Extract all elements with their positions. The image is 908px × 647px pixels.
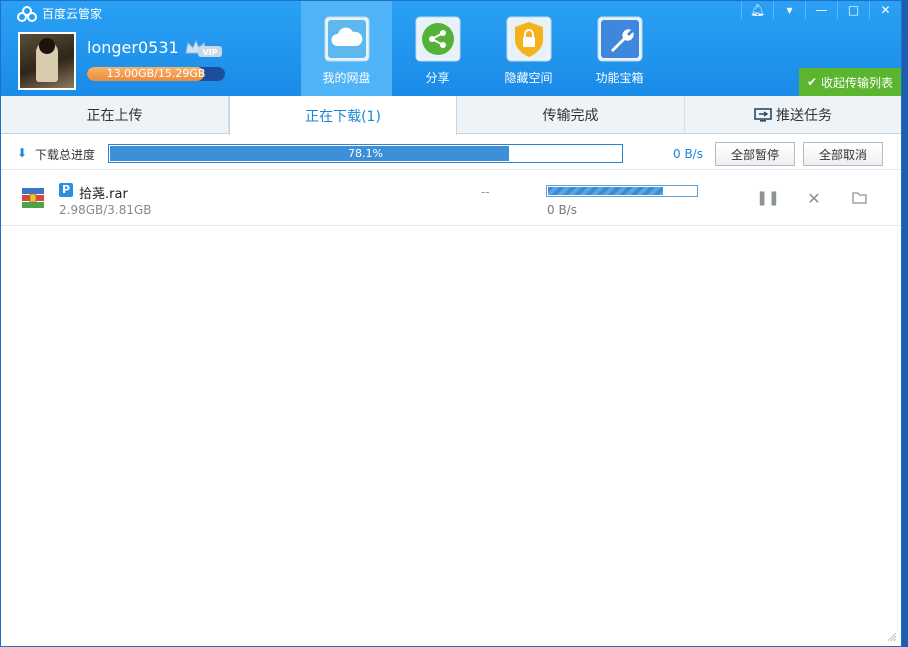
tab-label: 正在上传: [86, 108, 143, 124]
total-speed: 0 B/s: [673, 147, 703, 161]
tab-label: 推送任务: [776, 108, 832, 124]
total-progress-row: ⬇︎ 下载总进度 78.1% 0 B/s 全部暂停 全部取消: [1, 134, 901, 170]
open-folder-icon[interactable]: [850, 189, 868, 207]
avatar[interactable]: [18, 32, 76, 90]
file-progress-fill: [548, 187, 663, 195]
nav-label: 我的网盘: [322, 71, 371, 85]
rar-archive-icon: [22, 188, 44, 208]
tab-label: 正在下载(1): [305, 108, 381, 125]
app-window: 百度云管家 longer0531 VIP 13.00GB/15.29GB 我的网…: [0, 0, 902, 647]
collapse-label: 收起传输列表: [821, 75, 894, 90]
tab-completed[interactable]: 传输完成: [457, 96, 685, 134]
username[interactable]: longer0531: [87, 38, 179, 57]
file-eta: --: [481, 185, 490, 199]
nav-label: 分享: [425, 71, 450, 85]
close-icon[interactable]: ✕: [869, 1, 901, 19]
dropdown-icon[interactable]: ▾: [773, 1, 805, 19]
nav-label: 功能宝箱: [595, 71, 644, 85]
file-progress-bar: [546, 185, 698, 197]
tab-uploading[interactable]: 正在上传: [1, 96, 229, 134]
cancel-icon[interactable]: ✕: [805, 189, 823, 208]
vip-badge-text: VIP: [202, 48, 217, 57]
file-size: 2.98GB/3.81GB: [59, 203, 152, 217]
baidu-cloud-logo-icon: [17, 5, 37, 22]
nav-hidden-space[interactable]: 隐藏空间: [483, 1, 574, 96]
resize-grip-icon[interactable]: [887, 632, 897, 642]
nav-my-disk[interactable]: 我的网盘: [301, 1, 392, 96]
cloud-icon: [324, 16, 369, 62]
vip-crown-icon[interactable]: VIP: [184, 39, 224, 59]
minimize-icon[interactable]: —: [805, 1, 837, 19]
nav-label: 隐藏空间: [504, 71, 553, 85]
total-progress-label: 下载总进度: [35, 148, 96, 162]
total-progress-percent: 78.1%: [348, 147, 383, 160]
app-title: 百度云管家: [17, 5, 102, 22]
download-arrow-icon: ⬇︎: [17, 146, 28, 160]
window-controls: 🔔︎ ▾ — □ ✕: [741, 1, 901, 19]
transfer-tabs: 正在上传 正在下载(1) 传输完成 推送任务: [1, 96, 901, 135]
avatar-head: [39, 38, 55, 54]
nav-toolbox[interactable]: 功能宝箱: [574, 1, 665, 96]
main-nav: 我的网盘 分享 隐藏空间 功能宝箱: [301, 1, 665, 96]
tab-push-tasks[interactable]: 推送任务: [685, 96, 901, 134]
pause-icon[interactable]: ❚❚: [756, 189, 779, 207]
collapse-transfer-list-button[interactable]: ✔ 收起传输列表: [799, 68, 901, 96]
header: 百度云管家 longer0531 VIP 13.00GB/15.29GB 我的网…: [1, 1, 901, 96]
tab-label: 传输完成: [542, 108, 599, 124]
tab-downloading[interactable]: 正在下载(1): [229, 96, 457, 135]
total-progress-bar: 78.1%: [108, 144, 623, 163]
lock-icon: [506, 16, 551, 62]
file-name: 拾荛.rar: [79, 187, 128, 202]
monitor-push-icon: [754, 108, 772, 122]
quota-bar: 13.00GB/15.29GB: [87, 67, 225, 81]
file-type-p-icon: P: [59, 183, 73, 197]
maximize-icon[interactable]: □: [837, 1, 869, 19]
wrench-icon: [597, 16, 642, 62]
check-icon: ✔: [806, 75, 818, 89]
app-title-text: 百度云管家: [42, 7, 103, 21]
bell-icon[interactable]: 🔔︎: [741, 1, 773, 19]
quota-text: 13.00GB/15.29GB: [106, 67, 206, 80]
nav-share[interactable]: 分享: [392, 1, 483, 96]
share-icon: [415, 16, 460, 62]
list-item[interactable]: P 拾荛.rar 2.98GB/3.81GB -- 0 B/s ❚❚ ✕: [1, 171, 901, 226]
file-speed: 0 B/s: [547, 203, 577, 217]
cancel-all-button[interactable]: 全部取消: [803, 142, 883, 166]
pause-all-button[interactable]: 全部暂停: [715, 142, 795, 166]
